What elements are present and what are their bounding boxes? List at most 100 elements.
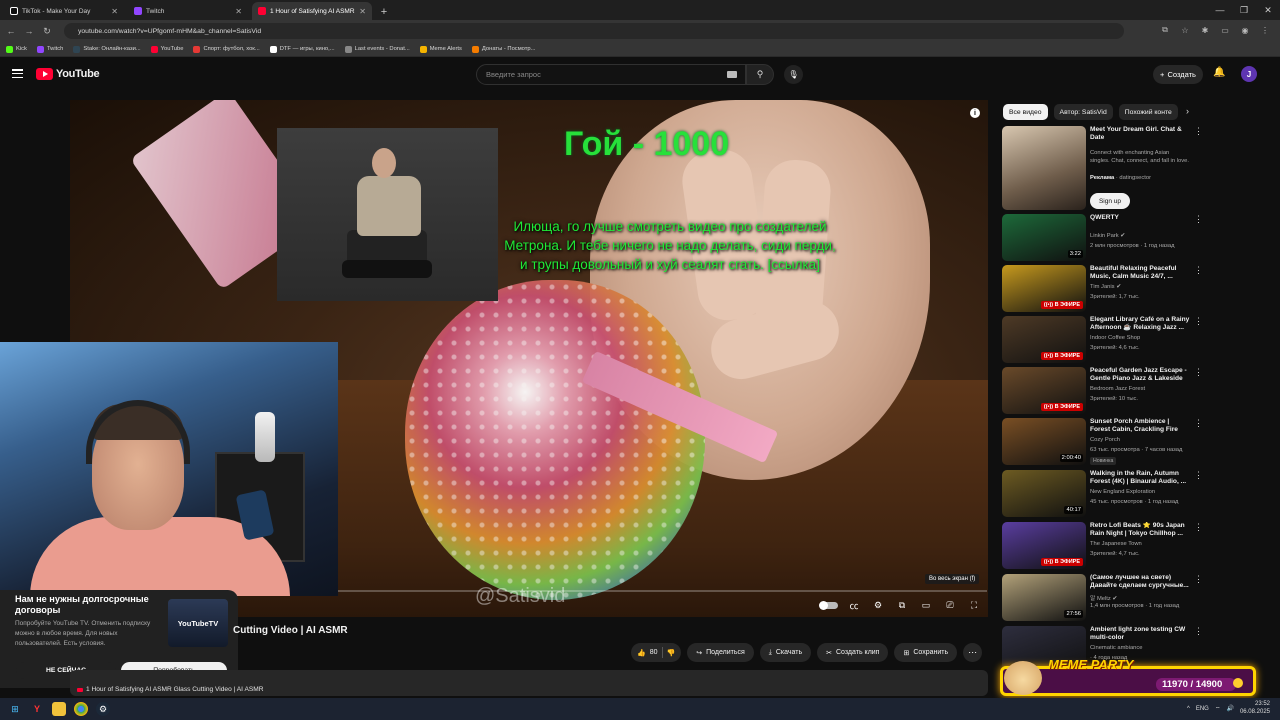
chevron-up-icon[interactable]: ^ [1187, 706, 1190, 712]
save-button[interactable]: ⊞ Сохранить [894, 643, 958, 662]
video-thumbnail[interactable]: ((•)) В ЭФИРЕ [1002, 367, 1086, 414]
bookmark-kick[interactable]: Kick [6, 45, 27, 53]
steam-icon[interactable]: ⚙ [96, 702, 110, 716]
thumbs-up-icon[interactable]: 👍 [637, 649, 646, 657]
video-thumbnail[interactable]: ((•)) В ЭФИРЕ [1002, 522, 1086, 569]
browser-tab-youtube[interactable]: 1 Hour of Satisfying AI ASMR G ✕ [252, 2, 372, 20]
bookmark-twitch[interactable]: Twitch [36, 45, 63, 53]
recommendation-item[interactable]: 27:56 (Самое лучшее на свете) Давайте сде… [1002, 574, 1203, 622]
video-thumbnail[interactable]: ((•)) В ЭФИРЕ [1002, 316, 1086, 363]
browser-tab-twitch[interactable]: Twitch ✕ [128, 2, 248, 20]
fullscreen-icon[interactable]: ⛶ [966, 598, 982, 612]
bookmark-donations[interactable]: Донаты - Посмотр... [471, 45, 536, 53]
minimize-icon[interactable]: — [1208, 0, 1232, 20]
download-button[interactable]: ⤓ Скачать [759, 643, 812, 662]
chrome-icon[interactable] [74, 702, 88, 716]
close-window-icon[interactable]: ✕ [1256, 0, 1280, 20]
recommendation-channel[interactable]: Bedroom Jazz Forest [1090, 386, 1145, 392]
recommendation-channel[interactable]: Tim Janis ✔ [1090, 284, 1121, 290]
network-icon[interactable]: ⌔ [1215, 705, 1221, 713]
maximize-icon[interactable]: ❐ [1232, 0, 1256, 20]
bookmark-meme-alerts[interactable]: Meme Alerts [419, 45, 462, 53]
close-tab-icon[interactable]: ✕ [235, 7, 242, 16]
more-options-icon[interactable]: ⋮ [1194, 522, 1203, 533]
browser-tab-tiktok[interactable]: TikTok - Make Your Day ✕ [4, 2, 124, 20]
volume-icon[interactable]: 🔊 [1226, 705, 1233, 712]
video-thumbnail[interactable]: 2:00:40 [1002, 418, 1086, 465]
bookmark-dtf[interactable]: DTF — игры, кино,... [269, 45, 335, 53]
recommendation-item[interactable]: ((•)) В ЭФИРЕ Retro Lofi Beats ⭐ 90s Japa… [1002, 522, 1203, 570]
bookmark-youtube[interactable]: YouTube [150, 45, 183, 53]
recommendation-item[interactable]: ((•)) В ЭФИРЕ Peaceful Garden Jazz Escape… [1002, 367, 1203, 415]
recommendation-channel[interactable]: Cozy Porch [1090, 437, 1120, 443]
yandex-icon[interactable]: Y [30, 702, 44, 716]
cast-icon[interactable]: ⎚ [942, 598, 958, 612]
more-options-icon[interactable]: ⋮ [1194, 418, 1203, 429]
more-options-icon[interactable]: ⋮ [1194, 626, 1203, 637]
keyboard-icon[interactable] [727, 71, 737, 78]
video-thumbnail[interactable]: 3:22 [1002, 214, 1086, 261]
clock[interactable]: 23:52 06.08.2025 [1240, 701, 1270, 716]
extensions-icon[interactable]: ✱ [1198, 23, 1212, 37]
create-button[interactable]: + Создать [1153, 65, 1203, 84]
bookmark-last-events[interactable]: Last events - Donat... [344, 45, 410, 53]
miniplayer-icon[interactable]: ⧉ [894, 598, 910, 612]
recommendation-channel[interactable]: 알 Meltz ✔ [1090, 593, 1117, 602]
chevron-right-icon[interactable]: › [1186, 106, 1189, 116]
install-icon[interactable]: ⧉ [1158, 23, 1172, 37]
video-thumbnail[interactable]: 27:56 [1002, 574, 1086, 621]
windows-start-icon[interactable]: ⊞ [8, 702, 22, 716]
new-tab-button[interactable]: + [376, 4, 392, 20]
chip-all[interactable]: Все видео [1003, 104, 1048, 120]
close-tab-icon[interactable]: ✕ [111, 7, 118, 16]
more-options-icon[interactable]: ⋮ [1194, 367, 1203, 378]
more-options-icon[interactable]: ⋮ [1194, 470, 1203, 481]
recommendation-channel[interactable]: Linkin Park ✔ [1090, 233, 1125, 239]
info-icon[interactable]: i [970, 108, 980, 118]
recommendation-item[interactable]: 3:22 QWERTY Linkin Park ✔ 2 млн просмотров … [1002, 214, 1203, 262]
more-options-icon[interactable]: ⋮ [1194, 574, 1203, 585]
more-options-icon[interactable]: ⋮ [1194, 214, 1203, 225]
menu-icon[interactable]: ⋮ [1258, 23, 1272, 37]
reload-icon[interactable]: ↻ [40, 24, 54, 38]
forward-icon[interactable]: → [22, 24, 36, 38]
chip-similar[interactable]: Похожий конте [1118, 104, 1178, 120]
recommendation-channel[interactable]: Indoor Coffee Shop [1090, 335, 1140, 341]
language-indicator[interactable]: ENG [1196, 706, 1209, 712]
bookmark-star-icon[interactable]: ☆ [1178, 23, 1192, 37]
recommendation-channel[interactable]: The Japanese Town [1090, 541, 1142, 547]
profile-icon[interactable]: ◉ [1238, 23, 1252, 37]
more-actions-icon[interactable]: ⋯ [963, 643, 983, 662]
bookmark-stake[interactable]: Stake: Онлайн-кази... [73, 45, 141, 53]
back-icon[interactable]: ← [4, 24, 18, 38]
account-avatar[interactable]: J [1241, 66, 1257, 82]
autoplay-toggle[interactable] [819, 600, 838, 610]
settings-gear-icon[interactable]: ⚙ [870, 598, 886, 612]
search-input[interactable]: Введите запрос [476, 64, 746, 85]
subtitles-icon[interactable]: ㏄ [846, 598, 862, 612]
chip-author[interactable]: Автор: SatisVid [1053, 104, 1113, 120]
url-input[interactable]: youtube.com/watch?v=UPfgomf-mHM&ab_chann… [64, 23, 1124, 39]
youtube-logo[interactable]: YouTube [36, 68, 100, 80]
sidebar-ad[interactable]: Meet Your Dream Girl. Chat & Date Connec… [1002, 126, 1203, 210]
recommendation-item[interactable]: ((•)) В ЭФИРЕ Elegant Library Café on a R… [1002, 316, 1203, 364]
clip-button[interactable]: ✂ Создать клип [817, 643, 889, 662]
sidepanel-icon[interactable]: ▭ [1218, 23, 1232, 37]
recommendation-item[interactable]: 2:00:40 Sunset Porch Ambience | Forest Ca… [1002, 418, 1203, 466]
voice-search-button[interactable]: 🎙 [784, 65, 803, 84]
thumbs-down-icon[interactable]: 👎 [667, 649, 676, 657]
share-button[interactable]: ↪ Поделиться [687, 643, 754, 662]
more-options-icon[interactable]: ⋮ [1194, 126, 1203, 137]
recommendation-item[interactable]: 40:17 Walking in the Rain, Autumn Forest … [1002, 470, 1203, 518]
video-thumbnail[interactable]: ((•)) В ЭФИРЕ [1002, 265, 1086, 312]
bookmark-sport[interactable]: Спорт: футбол, хок... [193, 45, 260, 53]
close-tab-icon[interactable]: ✕ [359, 7, 366, 16]
search-button[interactable]: ⚲ [746, 64, 774, 85]
more-options-icon[interactable]: ⋮ [1194, 316, 1203, 327]
ad-signup-button[interactable]: Sign up [1090, 193, 1130, 209]
recommendation-item[interactable]: ((•)) В ЭФИРЕ Beautiful Relaxing Peaceful… [1002, 265, 1203, 313]
hamburger-menu-icon[interactable] [12, 69, 23, 78]
ad-thumbnail[interactable] [1002, 126, 1086, 210]
recommendation-channel[interactable]: Cinematic ambiance [1090, 645, 1143, 651]
more-options-icon[interactable]: ⋮ [1194, 265, 1203, 276]
